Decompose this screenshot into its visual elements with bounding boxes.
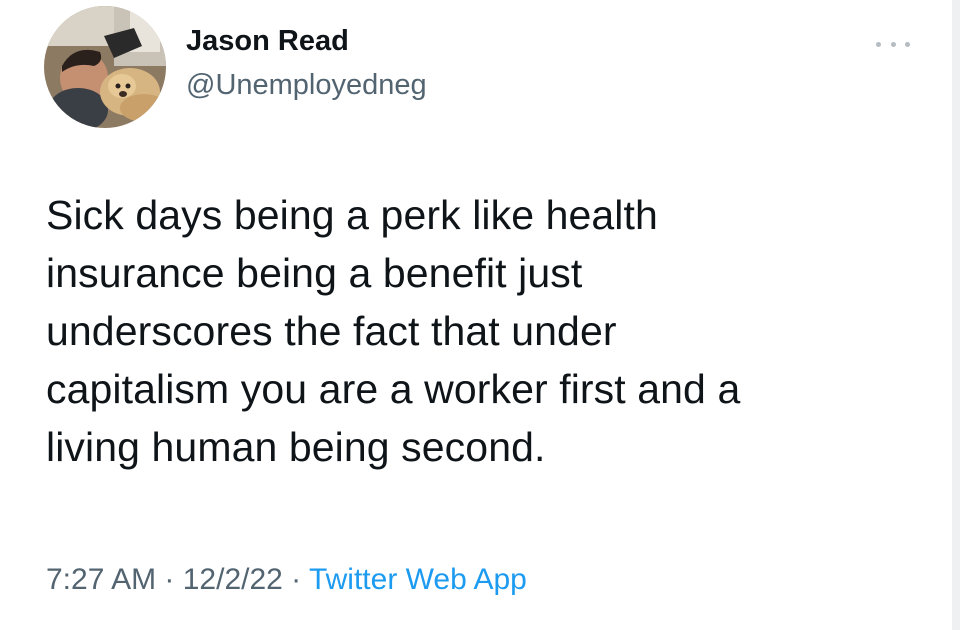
- dot: [890, 41, 896, 47]
- tweet-text-line: capitalism you are a worker first and a: [46, 366, 741, 412]
- more-horizontal-icon[interactable]: [876, 34, 910, 54]
- avatar[interactable]: [44, 6, 166, 128]
- tweet-time[interactable]: 7:27 AM: [46, 563, 156, 596]
- tweet-text-line: underscores the fact that under: [46, 308, 617, 354]
- tweet-header: Jason Read @Unemployedneg: [44, 6, 427, 128]
- tweet-text-line: living human being second.: [46, 424, 546, 470]
- author-handle[interactable]: @Unemployedneg: [186, 66, 427, 104]
- avatar-image: [44, 6, 166, 128]
- tweet-meta: 7:27 AM · 12/2/22 · Twitter Web App: [46, 560, 527, 600]
- tweet-date[interactable]: 12/2/22: [183, 563, 283, 596]
- dot: [905, 41, 910, 47]
- tweet-card: Jason Read @Unemployedneg Sick days bein…: [0, 0, 960, 630]
- tweet-source-link[interactable]: Twitter Web App: [309, 563, 527, 596]
- tweet-text-line: insurance being a benefit just: [46, 250, 583, 296]
- dot: [876, 41, 881, 47]
- tweet-text-line: Sick days being a perk like health: [46, 192, 658, 238]
- author-info: Jason Read @Unemployedneg: [186, 22, 427, 104]
- scrollbar-track: [952, 0, 960, 630]
- meta-separator: ·: [156, 563, 183, 596]
- author-display-name[interactable]: Jason Read: [186, 22, 427, 60]
- tweet-text: Sick days being a perk like health insur…: [46, 186, 906, 476]
- meta-separator: ·: [282, 563, 309, 596]
